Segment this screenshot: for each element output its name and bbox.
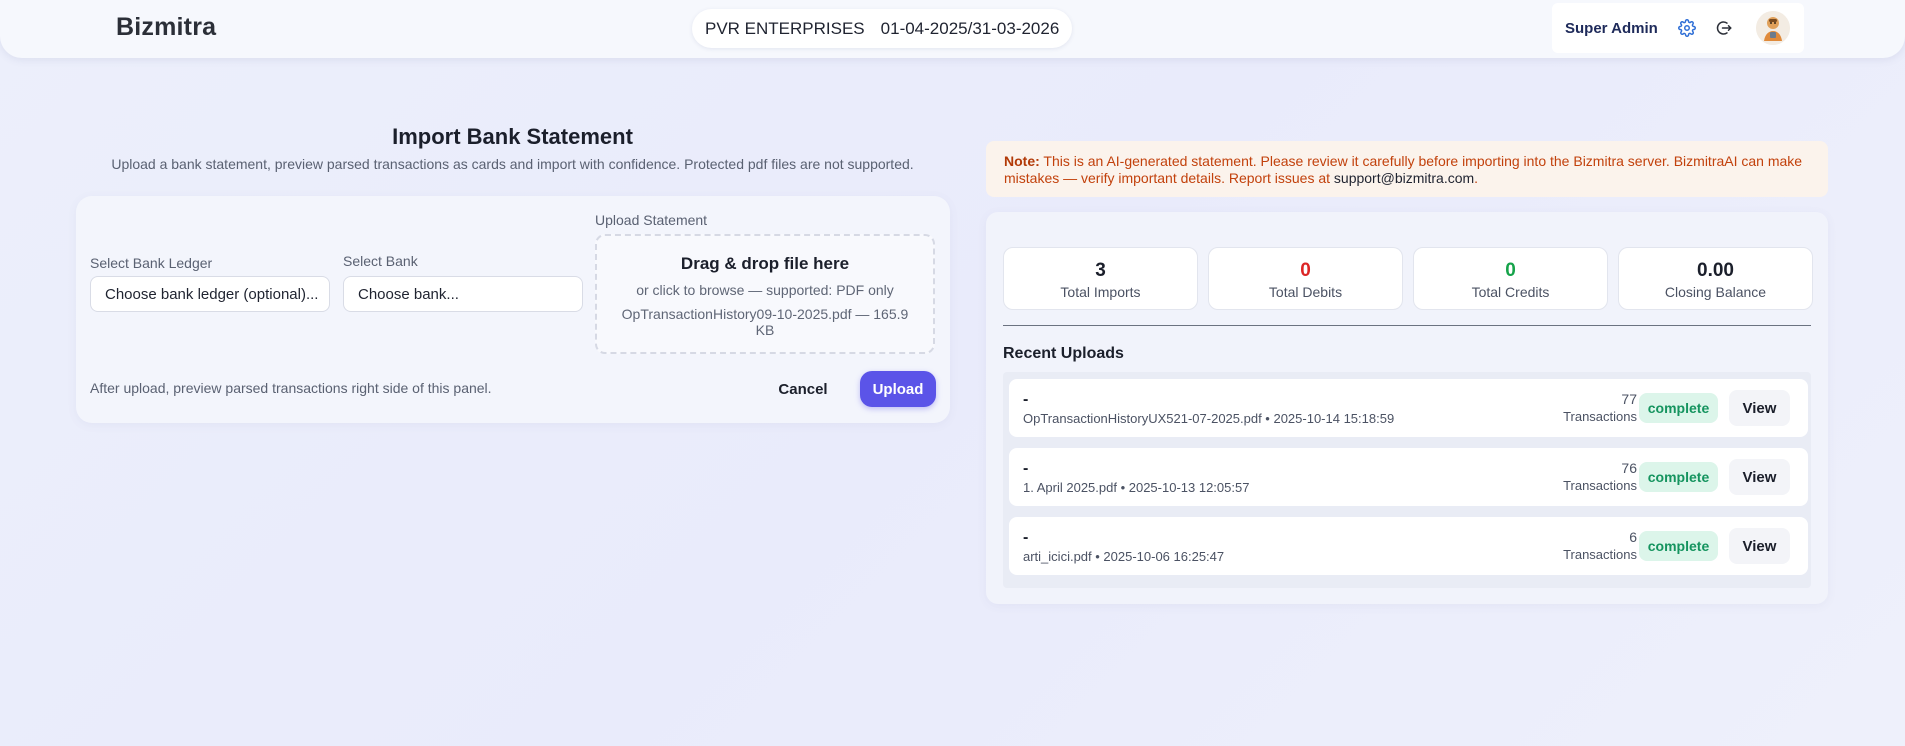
dropzone-title: Drag & drop file here <box>680 254 850 273</box>
view-button[interactable]: View <box>1729 459 1790 495</box>
selected-file-name: OpTransactionHistory09-10-2025.pdf — 165… <box>621 306 909 338</box>
bank-ledger-label: Select Bank Ledger <box>90 255 213 271</box>
ai-disclaimer-note: Note: This is an AI-generated statement.… <box>986 141 1828 197</box>
stat-label: Total Credits <box>1471 284 1550 300</box>
user-role[interactable]: Super Admin <box>1565 20 1658 37</box>
upload-name: - <box>1023 391 1029 408</box>
list-item: - 1. April 2025.pdf • 2025-10-13 12:05:5… <box>1009 448 1808 506</box>
support-email-link[interactable]: support@bizmitra.com <box>1334 170 1474 186</box>
dropzone-hint: or click to browse — supported: PDF only <box>636 282 894 298</box>
upload-name: - <box>1023 529 1029 546</box>
stat-label: Closing Balance <box>1664 284 1767 300</box>
stat-value: 0 <box>1505 260 1516 281</box>
transaction-count: 77 <box>1621 391 1637 407</box>
divider <box>1003 325 1811 326</box>
stat-total-credits: 0 Total Credits <box>1413 247 1608 310</box>
upload-meta: 1. April 2025.pdf • 2025-10-13 12:05:57 <box>1023 480 1250 495</box>
after-upload-note: After upload, preview parsed transaction… <box>90 380 492 396</box>
transaction-count-label: Transactions <box>1563 547 1637 562</box>
bank-select[interactable]: Choose bank... <box>343 276 583 312</box>
bank-ledger-select[interactable]: Choose bank ledger (optional)... <box>90 276 330 312</box>
fiscal-period: 01-04-2025/31-03-2026 <box>880 18 1060 38</box>
stat-label: Total Imports <box>1060 284 1141 300</box>
list-item: - OpTransactionHistoryUX521-07-2025.pdf … <box>1009 379 1808 437</box>
status-badge: complete <box>1639 393 1718 423</box>
view-button[interactable]: View <box>1729 390 1790 426</box>
company-selector[interactable]: PVR ENTERPRISES 01-04-2025/31-03-2026 <box>692 9 1072 48</box>
upload-meta: OpTransactionHistoryUX521-07-2025.pdf • … <box>1023 411 1395 426</box>
transaction-count: 6 <box>1629 529 1637 545</box>
list-item: - arti_icici.pdf • 2025-10-06 16:25:47 6… <box>1009 517 1808 575</box>
gear-icon[interactable] <box>1677 18 1697 38</box>
import-summary-panel: 3 Total Imports 0 Total Debits 0 Total C… <box>986 212 1828 604</box>
status-badge: complete <box>1639 462 1718 492</box>
upload-form-card: Select Bank Ledger Choose bank ledger (o… <box>76 196 950 423</box>
stat-total-debits: 0 Total Debits <box>1208 247 1403 310</box>
view-button[interactable]: View <box>1729 528 1790 564</box>
stat-total-imports: 3 Total Imports <box>1003 247 1198 310</box>
brand-logo[interactable]: Bizmitra <box>116 13 216 42</box>
transaction-count-label: Transactions <box>1563 478 1637 493</box>
upload-button[interactable]: Upload <box>860 371 936 407</box>
company-name: PVR ENTERPRISES <box>705 18 865 38</box>
page-subtitle: Upload a bank statement, preview parsed … <box>111 156 914 172</box>
page-title: Import Bank Statement <box>392 124 633 149</box>
avatar[interactable] <box>1755 11 1790 45</box>
logout-icon[interactable] <box>1714 18 1734 38</box>
note-prefix: Note: <box>1004 153 1040 169</box>
stat-value: 0 <box>1300 260 1311 281</box>
status-badge: complete <box>1639 531 1718 561</box>
cancel-button[interactable]: Cancel <box>765 371 841 407</box>
stat-value: 0.00 <box>1697 260 1734 281</box>
recent-uploads-title: Recent Uploads <box>1003 345 1124 362</box>
upload-name: - <box>1023 460 1029 477</box>
stat-label: Total Debits <box>1268 284 1343 300</box>
upload-statement-label: Upload Statement <box>595 212 708 228</box>
stat-value: 3 <box>1095 260 1106 281</box>
stat-closing-balance: 0.00 Closing Balance <box>1618 247 1813 310</box>
user-menu: Super Admin <box>1552 3 1804 53</box>
recent-uploads-list[interactable]: - OpTransactionHistoryUX521-07-2025.pdf … <box>1003 372 1811 588</box>
bank-label: Select Bank <box>343 253 418 269</box>
top-bar: Bizmitra PVR ENTERPRISES 01-04-2025/31-0… <box>0 0 1905 58</box>
transaction-count: 76 <box>1621 460 1637 476</box>
transaction-count-label: Transactions <box>1563 409 1637 424</box>
file-dropzone[interactable]: Drag & drop file here or click to browse… <box>595 234 935 354</box>
note-suffix: . <box>1474 170 1479 186</box>
upload-meta: arti_icici.pdf • 2025-10-06 16:25:47 <box>1023 549 1225 564</box>
